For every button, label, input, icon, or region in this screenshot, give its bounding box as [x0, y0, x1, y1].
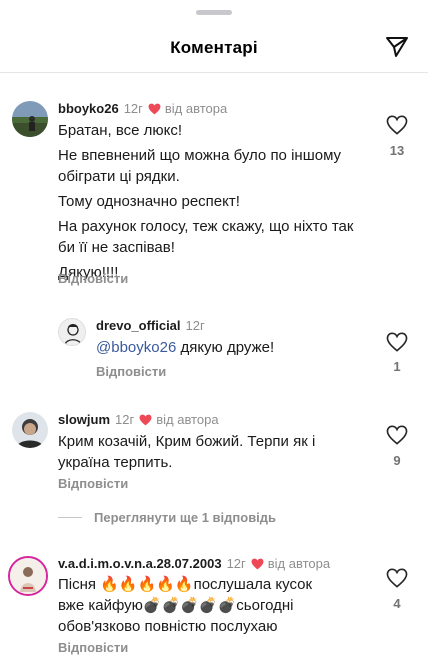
- comment-line-end: послушала кусок: [193, 576, 313, 593]
- reply-button[interactable]: Відповісти: [58, 640, 128, 655]
- paper-plane-icon: [386, 37, 408, 57]
- heart-icon: [148, 103, 161, 114]
- reply-button[interactable]: Відповісти: [96, 364, 166, 379]
- view-more-divider: [58, 517, 82, 518]
- reply-button[interactable]: Відповісти: [58, 271, 128, 286]
- view-more-replies-button[interactable]: Переглянути ще 1 відповідь: [58, 510, 276, 525]
- drag-handle[interactable]: [196, 10, 232, 15]
- heart-outline-icon[interactable]: [386, 568, 408, 588]
- author-liked-label: від автора: [267, 556, 331, 571]
- avatar[interactable]: [58, 318, 86, 346]
- reply-button[interactable]: Відповісти: [58, 476, 128, 491]
- heart-outline-icon[interactable]: [386, 425, 408, 445]
- comment-time: 12г: [185, 318, 205, 333]
- like-count: 13: [389, 143, 405, 158]
- comment-line: Пісня 🔥🔥🔥🔥🔥послушала кусок: [58, 574, 368, 595]
- page-title: Коментарі: [170, 38, 258, 57]
- header-divider: [0, 72, 428, 73]
- author-liked-label: від автора: [156, 412, 219, 427]
- like-count: 1: [393, 359, 401, 374]
- comment-line: вже кайфую💣💣💣💣💣сьогодні: [58, 595, 368, 616]
- comment-time: 12г: [226, 556, 246, 571]
- header: Коментарі: [0, 28, 428, 68]
- avatar[interactable]: [12, 101, 48, 137]
- comment-line-start: Пісня: [58, 576, 101, 593]
- comment-username[interactable]: v.a.d.i.m.o.v.n.a.28.07.2003: [58, 556, 222, 571]
- share-button[interactable]: [384, 34, 410, 60]
- comment-line: Тому однозначно респект!: [58, 193, 240, 210]
- view-more-label: Переглянути ще 1 відповідь: [94, 510, 277, 525]
- comment-username[interactable]: slowjum: [58, 412, 110, 427]
- comment-time: 12г: [115, 412, 135, 427]
- comment-line: Братан, все люкс!: [58, 122, 183, 139]
- heart-outline-icon[interactable]: [386, 115, 408, 135]
- comment-line: На рахунок голосу, теж скажу, що ніхто т…: [58, 218, 354, 256]
- comment-line-end: сьогодні: [236, 597, 294, 614]
- avatar[interactable]: [12, 412, 48, 448]
- author-liked-label: від автора: [164, 101, 228, 116]
- mention-link[interactable]: @bboyko26: [96, 339, 176, 356]
- comment-text: Пісня 🔥🔥🔥🔥🔥послушала кусок вже кайфую💣💣💣…: [58, 574, 368, 637]
- comment-line: Не впевнений що можна було по іншому обі…: [58, 147, 342, 185]
- comment-text: Братан, все люкс! Не впевнений що можна …: [58, 120, 368, 283]
- comment-text: Крим козачій, Крим божий. Терпи як і укр…: [58, 433, 316, 471]
- like-count: 4: [393, 596, 401, 611]
- bomb-emoji-icon: 💣💣💣💣💣: [142, 596, 237, 614]
- heart-icon: [139, 414, 152, 425]
- comment-line-start: вже кайфую: [58, 597, 143, 614]
- heart-outline-icon[interactable]: [386, 332, 408, 352]
- fire-emoji-icon: 🔥🔥🔥🔥🔥: [100, 575, 194, 593]
- like-count: 9: [393, 453, 401, 468]
- comment-time: 12г: [123, 101, 143, 116]
- heart-icon: [251, 558, 264, 569]
- comment-text-content: дякую друже!: [176, 339, 275, 356]
- comment-text: @bboyko26 дякую друже!: [96, 337, 376, 358]
- comment-line: обов'язково повністю послухаю: [58, 618, 278, 635]
- avatar[interactable]: [8, 556, 48, 596]
- comment-username[interactable]: bboyko26: [58, 101, 119, 116]
- comment-username[interactable]: drevo_official: [96, 318, 181, 333]
